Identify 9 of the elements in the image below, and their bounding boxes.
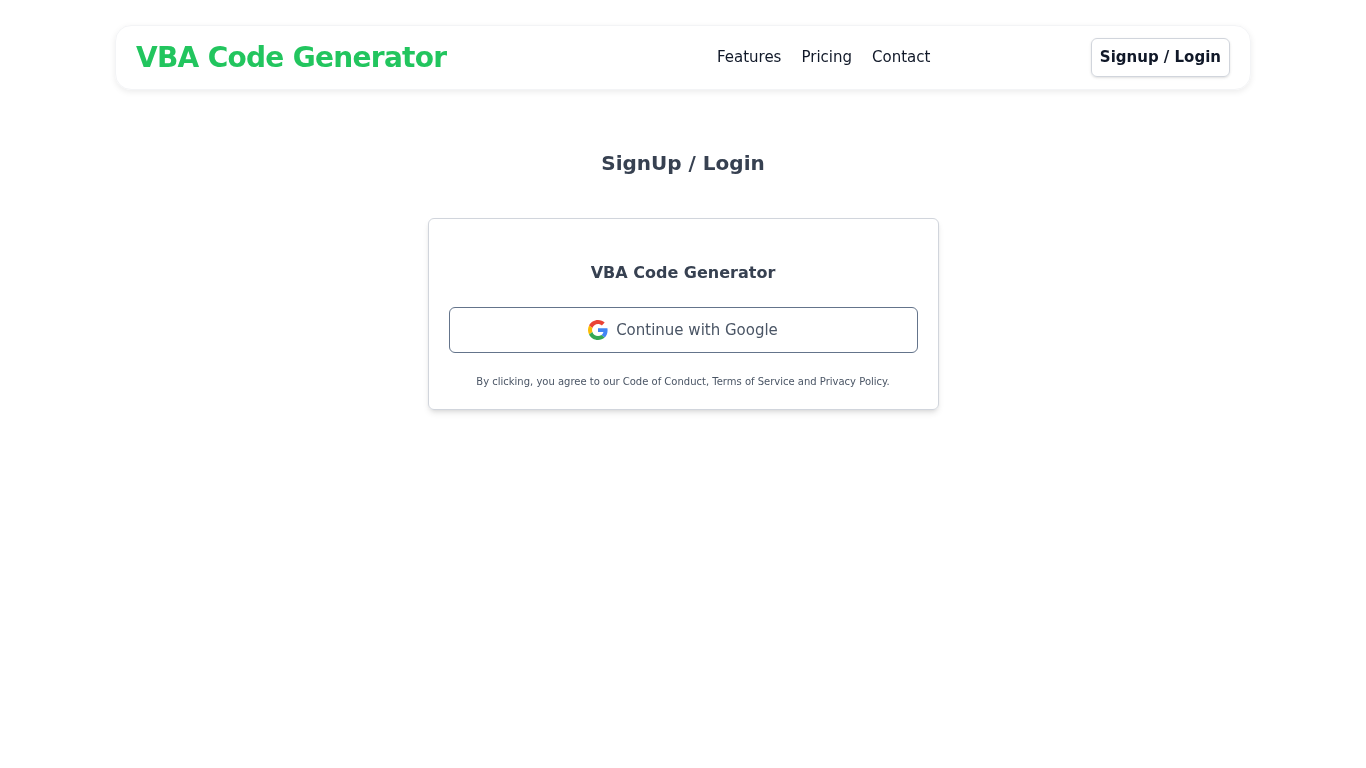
nav-link[interactable]: Pricing xyxy=(801,46,852,69)
terms-text: By clicking, you agree to our Code of Conduct, Terms of Service and Privacy Policy. xyxy=(476,375,890,389)
google-signin-button[interactable]: Continue with Google xyxy=(448,307,918,353)
google-icon xyxy=(588,320,609,340)
page-title: SignUp / Login xyxy=(600,150,766,177)
signup-login-button[interactable]: Signup / Login xyxy=(1090,38,1230,77)
nav-link[interactable]: Contact xyxy=(872,46,931,69)
nav-link[interactable]: Features xyxy=(716,46,782,69)
card-title: VBA Code Generator xyxy=(590,262,776,284)
